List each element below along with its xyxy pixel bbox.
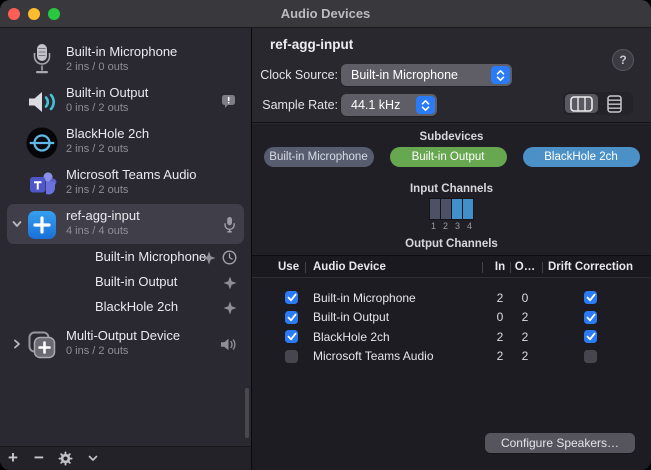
channel-block-1 bbox=[430, 199, 440, 219]
drift-correction-checkbox[interactable] bbox=[584, 311, 597, 324]
gear-icon[interactable] bbox=[52, 447, 78, 470]
use-checkbox[interactable] bbox=[285, 291, 298, 304]
column-header-audio-device: Audio Device bbox=[313, 256, 386, 278]
output-channels-heading: Output Channels bbox=[252, 238, 651, 250]
subdevice-pill-built-in-microphone[interactable]: Built-in Microphone bbox=[264, 147, 374, 167]
table-row[interactable]: Microsoft Teams Audio 2 2 bbox=[252, 347, 651, 367]
subdevice-pill-built-in-output[interactable]: Built-in Output bbox=[390, 147, 507, 167]
clock-source-popup[interactable]: Built-in Microphone bbox=[341, 64, 512, 86]
alert-badge-icon[interactable] bbox=[221, 81, 236, 122]
sidebar-item-built-in-microphone[interactable]: Built-in Microphone 2 ins / 0 outs bbox=[0, 40, 251, 81]
sample-rate-label: Sample Rate: bbox=[252, 98, 338, 112]
device-sidebar: Built-in Microphone 2 ins / 0 outs Built… bbox=[0, 28, 252, 470]
sidebar-item-microsoft-teams-audio[interactable]: Microsoft Teams Audio 2 ins / 2 outs bbox=[0, 163, 251, 204]
window-title: Audio Devices bbox=[0, 0, 651, 28]
use-checkbox[interactable] bbox=[285, 330, 298, 343]
column-header-out: O… bbox=[513, 256, 537, 278]
sidebar-item-multi-output-device[interactable]: Multi-Output Device 0 ins / 2 outs bbox=[0, 324, 251, 365]
device-list: Built-in Microphone 2 ins / 0 outs Built… bbox=[0, 40, 251, 365]
table-body: Built-in Microphone 2 0 Built-in Output … bbox=[252, 288, 651, 366]
popup-stepper-icon bbox=[491, 66, 510, 84]
subdevices-section: Subdevices Built-in Microphone Built-in … bbox=[252, 124, 651, 255]
column-header-drift-correction: Drift Correction bbox=[548, 256, 633, 278]
add-device-button[interactable]: + bbox=[0, 447, 26, 470]
titlebar: Audio Devices bbox=[0, 0, 651, 28]
sidebar-item-blackhole-2ch[interactable]: BlackHole 2ch 2 ins / 2 outs bbox=[0, 122, 251, 163]
aggregate-device-icon bbox=[26, 206, 58, 243]
use-checkbox[interactable] bbox=[285, 350, 298, 363]
remove-device-button[interactable]: − bbox=[26, 447, 52, 470]
chevron-down-icon[interactable] bbox=[11, 218, 23, 230]
speaker-device-icon bbox=[26, 83, 58, 120]
drift-correction-checkbox[interactable] bbox=[584, 330, 597, 343]
help-button[interactable]: ? bbox=[612, 49, 634, 71]
popup-stepper-icon bbox=[416, 96, 435, 114]
columns-icon bbox=[570, 96, 593, 112]
use-checkbox[interactable] bbox=[285, 311, 298, 324]
table-row[interactable]: BlackHole 2ch 2 2 bbox=[252, 327, 651, 347]
column-header-use: Use bbox=[278, 256, 299, 278]
sidebar-scrollbar[interactable] bbox=[245, 388, 249, 438]
multi-output-device-icon bbox=[26, 326, 58, 363]
sidebar-item-built-in-output[interactable]: Built-in Output 0 ins / 2 outs bbox=[0, 81, 251, 122]
spark-icon bbox=[202, 251, 216, 265]
drift-correction-checkbox[interactable] bbox=[584, 291, 597, 304]
channel-block-4 bbox=[463, 199, 473, 219]
default-output-speaker-icon bbox=[220, 324, 236, 365]
subdevice-pill-blackhole-2ch[interactable]: BlackHole 2ch bbox=[523, 147, 640, 167]
sidebar-toolbar: + − bbox=[0, 446, 251, 470]
blackhole-icon bbox=[26, 124, 58, 161]
clock-icon bbox=[222, 250, 237, 265]
device-title: ref-agg-input bbox=[270, 37, 353, 52]
teams-icon bbox=[26, 165, 58, 202]
rows-icon bbox=[607, 95, 622, 113]
subdevice-table-section: Use Audio Device In O… Drift Correction … bbox=[252, 255, 651, 470]
chevron-right-icon[interactable] bbox=[11, 338, 23, 350]
spark-icon bbox=[223, 301, 237, 315]
device-settings-section: ref-agg-input ? Clock Source: Built-in M… bbox=[252, 28, 651, 123]
subdevices-heading: Subdevices bbox=[252, 131, 651, 143]
input-channel-strip bbox=[252, 198, 651, 220]
channel-block-2 bbox=[441, 199, 451, 219]
table-header: Use Audio Device In O… Drift Correction bbox=[252, 255, 651, 278]
channel-numbers: 1 2 3 4 bbox=[252, 221, 651, 231]
agg-subdevice-blackhole-2ch[interactable]: BlackHole 2ch bbox=[0, 295, 251, 320]
microphone-device-icon bbox=[26, 42, 58, 79]
columns-view-button[interactable] bbox=[565, 94, 598, 113]
rows-view-button[interactable] bbox=[598, 94, 631, 113]
drift-correction-checkbox[interactable] bbox=[584, 350, 597, 363]
clock-source-label: Clock Source: bbox=[252, 68, 338, 82]
input-channels-heading: Input Channels bbox=[252, 183, 651, 195]
table-row[interactable]: Built-in Microphone 2 0 bbox=[252, 288, 651, 308]
table-row[interactable]: Built-in Output 0 2 bbox=[252, 308, 651, 328]
column-header-in: In bbox=[488, 256, 512, 278]
sidebar-item-ref-agg-input[interactable]: ref-agg-input 4 ins / 4 outs bbox=[0, 204, 251, 245]
spark-icon bbox=[223, 276, 237, 290]
view-mode-segmented-control bbox=[563, 92, 633, 115]
subdevice-pills: Built-in Microphone Built-in Output Blac… bbox=[252, 147, 651, 167]
device-detail-panel: ref-agg-input ? Clock Source: Built-in M… bbox=[252, 28, 651, 470]
agg-subdevice-built-in-output[interactable]: Built-in Output bbox=[0, 270, 251, 295]
agg-subdevice-built-in-microphone[interactable]: Built-in Microphone bbox=[0, 245, 251, 270]
sample-rate-popup[interactable]: 44.1 kHz bbox=[341, 94, 437, 116]
configure-speakers-button[interactable]: Configure Speakers… bbox=[485, 433, 635, 453]
audio-devices-window: Audio Devices Built-in Microphone 2 ins … bbox=[0, 0, 651, 470]
channel-block-3 bbox=[452, 199, 462, 219]
default-input-mic-icon bbox=[223, 204, 236, 245]
actions-chevron-down-icon[interactable] bbox=[80, 447, 106, 470]
